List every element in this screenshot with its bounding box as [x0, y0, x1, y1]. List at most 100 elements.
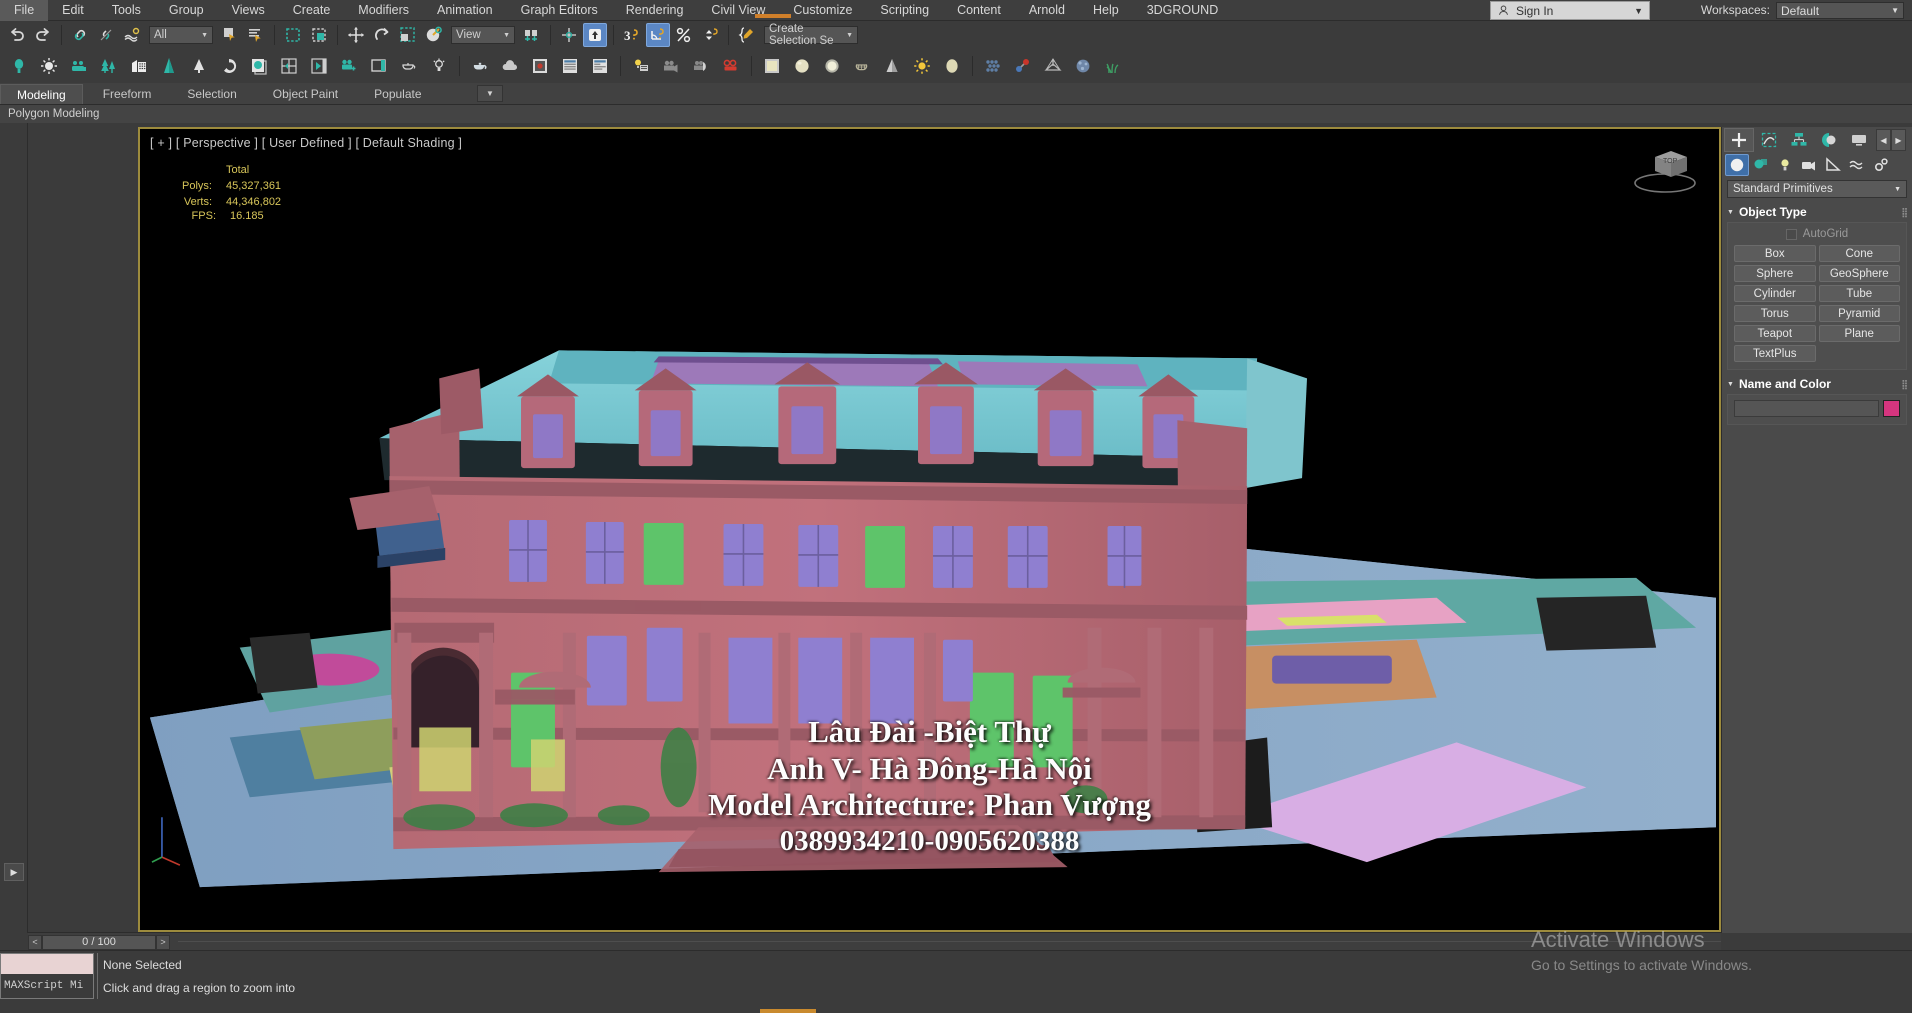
helpers-tab[interactable] — [1821, 154, 1845, 176]
material-editor-button[interactable] — [155, 52, 183, 80]
render-settings-button[interactable] — [586, 52, 614, 80]
select-and-link-button[interactable] — [68, 23, 92, 47]
select-and-place-button[interactable] — [422, 23, 446, 47]
sun-light-button[interactable] — [908, 52, 936, 80]
render-production-button[interactable] — [245, 52, 273, 80]
grass-button[interactable] — [1099, 52, 1127, 80]
particle-array-button[interactable] — [979, 52, 1007, 80]
object-name-input[interactable] — [1734, 400, 1879, 417]
display-tab[interactable] — [1844, 128, 1874, 152]
camera-dark-button[interactable] — [687, 52, 715, 80]
maxscript-output-line[interactable] — [1, 954, 93, 974]
sphere-button[interactable]: Sphere — [1734, 265, 1816, 282]
ribbon-tab-populate[interactable]: Populate — [358, 84, 437, 104]
lights-tab[interactable] — [1773, 154, 1797, 176]
unlink-selection-button[interactable] — [94, 23, 118, 47]
space-warp-button[interactable] — [1039, 52, 1067, 80]
viewport-config-button[interactable] — [275, 52, 303, 80]
bind-to-space-warp-button[interactable] — [120, 23, 144, 47]
menu-item-views[interactable]: Views — [218, 0, 279, 21]
layer-explorer-button[interactable] — [65, 52, 93, 80]
menu-item-arnold[interactable]: Arnold — [1015, 0, 1079, 21]
menu-item-content[interactable]: Content — [943, 0, 1015, 21]
cone-button[interactable]: Cone — [1818, 245, 1900, 262]
panel-prev-button[interactable]: ◀ — [1876, 129, 1891, 151]
time-slider[interactable]: < 0 / 100 > — [28, 933, 170, 951]
menu-item-create[interactable]: Create — [279, 0, 345, 21]
angle-snap-toggle-button[interactable] — [646, 23, 670, 47]
create-camera-from-view-button[interactable] — [335, 52, 363, 80]
ribbon-minimize-button[interactable]: ▼ — [477, 85, 503, 102]
autogrid-row[interactable]: AutoGrid — [1734, 228, 1900, 240]
snaps-toggle-3d-button[interactable]: 3 — [620, 23, 644, 47]
render-in-iray-button[interactable] — [305, 52, 333, 80]
ribbon-tab-modeling[interactable]: Modeling — [0, 84, 83, 104]
schematic-view-button[interactable] — [125, 52, 153, 80]
space-warps-tab[interactable] — [1845, 154, 1869, 176]
menu-item-modifiers[interactable]: Modifiers — [344, 0, 423, 21]
box-button[interactable]: Box — [1734, 245, 1816, 262]
motion-tab[interactable] — [1814, 128, 1844, 152]
render-image-button[interactable] — [526, 52, 554, 80]
window-crossing-toggle-button[interactable] — [307, 23, 331, 47]
spinner-snap-toggle-button[interactable] — [698, 23, 722, 47]
undo-button[interactable] — [5, 23, 29, 47]
material-slot-sphere-button[interactable] — [788, 52, 816, 80]
track-bar-track[interactable] — [178, 941, 1721, 942]
material-slot-flat-button[interactable] — [758, 52, 786, 80]
redo-button[interactable] — [31, 23, 55, 47]
cameras-tab[interactable] — [1797, 154, 1821, 176]
object-type-header[interactable]: ▼ Object Type ⣿ — [1727, 204, 1908, 220]
next-frame-button[interactable]: > — [156, 934, 170, 950]
render-frame-window-button[interactable] — [215, 52, 243, 80]
create-tab[interactable] — [1724, 128, 1754, 152]
mirror-button[interactable] — [5, 52, 33, 80]
shapes-tab[interactable] — [1749, 154, 1773, 176]
cloud-button[interactable] — [496, 52, 524, 80]
plane-button[interactable]: Plane — [1818, 325, 1900, 342]
use-pivot-point-center-button[interactable] — [520, 23, 544, 47]
view-cube[interactable]: TOP — [1629, 141, 1701, 197]
teapot-shaded-button[interactable] — [466, 52, 494, 80]
select-and-manipulate-button[interactable] — [583, 23, 607, 47]
menu-item-file[interactable]: File — [0, 0, 49, 21]
cone-primitive-button[interactable] — [878, 52, 906, 80]
ribbon-tab-object-paint[interactable]: Object Paint — [257, 84, 354, 104]
name-and-color-header[interactable]: ▼ Name and Color ⣿ — [1727, 376, 1908, 392]
menu-item-group[interactable]: Group — [155, 0, 218, 21]
render-setup-dialog-button[interactable] — [556, 52, 584, 80]
camera-sequencer-button[interactable] — [657, 52, 685, 80]
pyramid-button[interactable]: Pyramid — [1818, 305, 1900, 322]
menu-item-help[interactable]: Help — [1079, 0, 1133, 21]
panel-next-button[interactable]: ▶ — [1891, 129, 1906, 151]
hierarchy-tab[interactable] — [1784, 128, 1814, 152]
cylinder-button[interactable]: Cylinder — [1734, 285, 1816, 302]
textplus-button[interactable]: TextPlus — [1734, 345, 1816, 362]
curve-editor-button[interactable] — [95, 52, 123, 80]
teapot-preview-button[interactable] — [395, 52, 423, 80]
material-teapot-button[interactable] — [848, 52, 876, 80]
perspective-viewport[interactable]: [ + ] [ Perspective ] [ User Defined ] [… — [138, 127, 1721, 932]
named-selection-sets-select[interactable]: Create Selection Se ▼ — [764, 23, 858, 47]
percent-snap-toggle-button[interactable] — [672, 23, 696, 47]
systems-tab[interactable] — [1869, 154, 1893, 176]
use-selection-center-button[interactable] — [557, 23, 581, 47]
select-and-scale-button[interactable] — [396, 23, 420, 47]
object-color-swatch[interactable] — [1883, 400, 1900, 417]
workspace-select[interactable]: Default ▼ — [1776, 2, 1904, 19]
primitive-category-select[interactable]: Standard Primitives ▼ — [1727, 180, 1907, 198]
expand-left-panel-button[interactable]: ▶ — [4, 863, 24, 881]
select-and-move-button[interactable] — [344, 23, 368, 47]
track-bar[interactable]: < 0 / 100 > — [28, 932, 1721, 950]
menu-item-animation[interactable]: Animation — [423, 0, 507, 21]
viewport-label[interactable]: [ + ] [ Perspective ] [ User Defined ] [… — [150, 136, 462, 150]
autogrid-checkbox[interactable] — [1785, 228, 1797, 240]
camera-red-button[interactable] — [717, 52, 745, 80]
prev-frame-button[interactable]: < — [28, 934, 42, 950]
frame-indicator[interactable]: 0 / 100 — [42, 934, 156, 950]
molecule-button[interactable] — [1009, 52, 1037, 80]
menu-item-3dground[interactable]: 3DGROUND — [1133, 0, 1233, 21]
light-explorer-button[interactable] — [627, 52, 655, 80]
edit-named-selection-sets-button[interactable] — [735, 23, 759, 47]
render-setup-button[interactable] — [185, 52, 213, 80]
